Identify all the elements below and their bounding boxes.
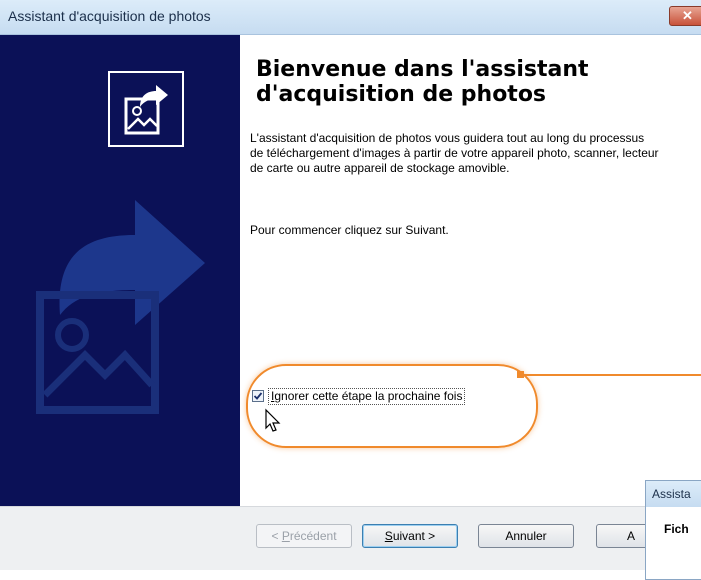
next-button[interactable]: Suivant > — [362, 524, 458, 548]
annotation-callout-dot — [517, 371, 524, 378]
background-window-text: Fich — [664, 522, 689, 536]
close-icon: ✕ — [682, 8, 693, 23]
instruction-paragraph: Pour commencer cliquez sur Suivant. — [250, 223, 449, 237]
window-title: Assistant d'acquisition de photos — [8, 8, 211, 24]
wizard-sidebar — [0, 35, 240, 506]
cancel-button[interactable]: Annuler — [478, 524, 574, 548]
close-button[interactable]: ✕ — [669, 6, 701, 26]
title-bar: Assistant d'acquisition de photos ✕ — [0, 0, 701, 35]
background-window-title: Assista — [646, 481, 701, 507]
photo-import-icon — [108, 71, 184, 147]
intro-paragraph: L'assistant d'acquisition de photos vous… — [250, 131, 659, 175]
annotation-highlight-oval — [246, 364, 538, 448]
page-title: Bienvenue dans l'assistant d'acquisition… — [256, 57, 589, 107]
annotation-callout-line — [520, 374, 701, 376]
previous-button[interactable]: < Précédent — [256, 524, 352, 548]
background-window: Assista Fich — [645, 480, 701, 580]
